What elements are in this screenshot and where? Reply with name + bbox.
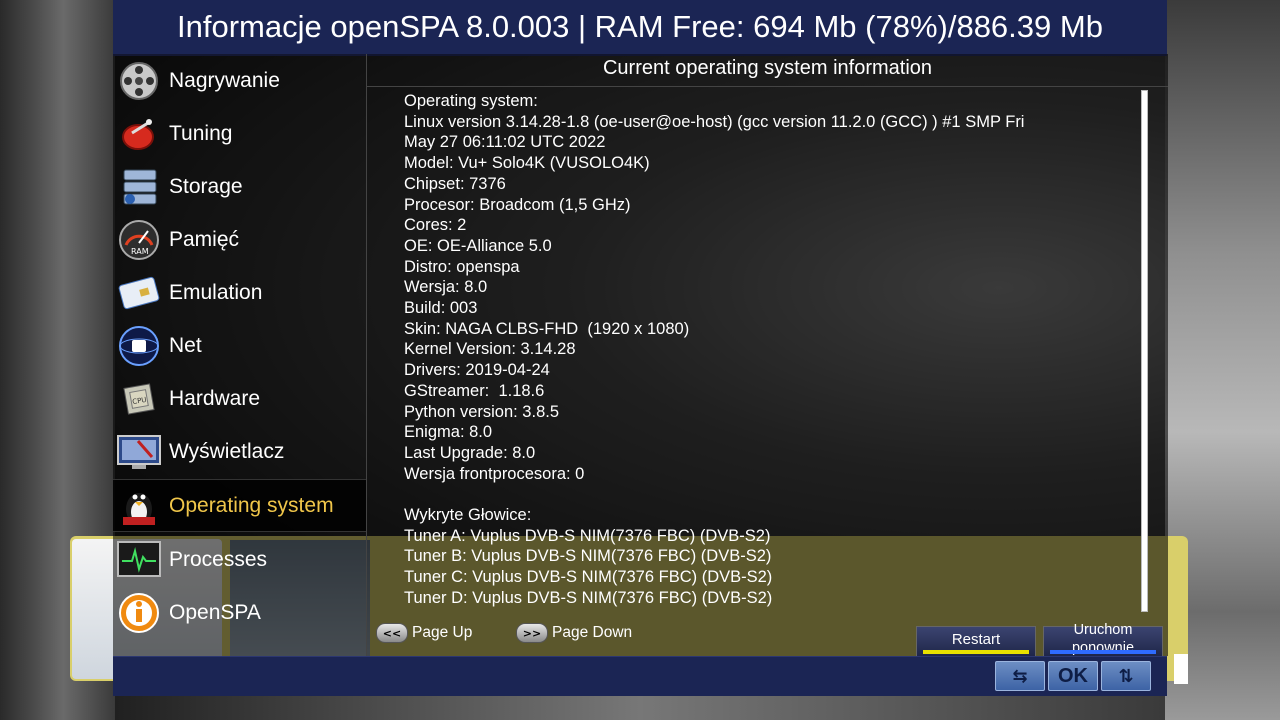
ticker-edge	[1174, 654, 1188, 684]
info-line: Distro: openspa	[404, 257, 520, 276]
hard-drive-icon	[116, 164, 162, 210]
info-line: Tuner B: Vuplus DVB-S NIM(7376 FBC) (DVB…	[404, 547, 772, 566]
smart-card-icon	[116, 270, 162, 316]
info-line: Wersja: 8.0	[404, 278, 488, 297]
sidebar-item-label: Net	[169, 333, 202, 357]
sidebar-item-label: Processes	[169, 547, 268, 571]
info-line: Tuner D: Vuplus DVB-S NIM(7376 FBC) (DVB…	[404, 588, 773, 607]
info-line: Procesor: Broadcom (1,5 GHz)	[404, 195, 631, 214]
sidebar-item-processes[interactable]: Processes	[113, 533, 366, 586]
sidebar-item-operating-system[interactable]: Operating system	[113, 479, 366, 532]
swap-arrows-icon[interactable]: ⇆	[995, 661, 1045, 691]
cpu-icon: CPU	[116, 376, 162, 422]
info-line: Drivers: 2019-04-24	[404, 361, 550, 380]
info-line: Enigma: 8.0	[404, 423, 493, 442]
page-down-label: Page Down	[552, 624, 633, 641]
sidebar-item-nagrywanie[interactable]: Nagrywanie	[113, 54, 366, 107]
sidebar-item-label: Storage	[169, 174, 243, 198]
info-window: Informacje openSPA 8.0.003 | RAM Free: 6…	[113, 0, 1168, 696]
info-line: Wykryte Głowice:	[404, 506, 532, 525]
info-line: Chipset: 7376	[404, 174, 506, 193]
film-reel-icon	[116, 58, 162, 104]
forward-key-icon: >>	[516, 623, 548, 643]
window-title: Informacje openSPA 8.0.003 | RAM Free: 6…	[177, 9, 1103, 44]
panel-title-text: Current operating system information	[602, 57, 933, 79]
updown-arrows-icon[interactable]: ⇅	[1101, 661, 1151, 691]
blue-key-indicator	[1050, 650, 1156, 654]
info-line: Linux version 3.14.28-1.8 (oe-user@oe-ho…	[404, 112, 1025, 131]
sidebar-item-label: Nagrywanie	[169, 68, 280, 92]
sidebar-item-hardware[interactable]: CPU Hardware	[113, 372, 366, 425]
yellow-key-indicator	[923, 650, 1029, 654]
sidebar-item-label: Operating system	[169, 493, 334, 517]
info-line: Skin: NAGA CLBS-FHD (1920 x 1080)	[404, 319, 690, 338]
network-icon	[116, 323, 162, 369]
sidebar-item-emulation[interactable]: Emulation	[113, 266, 366, 319]
info-line: Cores: 2	[404, 216, 467, 235]
info-line: Last Upgrade: 8.0	[404, 443, 536, 462]
reboot-button[interactable]: Uruchom ponownie	[1043, 622, 1163, 658]
sidebar-menu: Nagrywanie Tuning Storage RAM Pamięć Emu…	[113, 54, 366, 656]
info-line: Model: Vu+ Solo4K (VUSOLO4K)	[404, 154, 650, 173]
sidebar-item-label: Pamięć	[169, 227, 240, 251]
activity-monitor-icon	[116, 537, 162, 583]
info-line: May 27 06:11:02 UTC 2022	[404, 133, 606, 152]
restart-button[interactable]: Restart	[916, 626, 1036, 658]
restart-label: Restart	[951, 631, 1001, 648]
svg-text:RAM: RAM	[131, 247, 149, 256]
sidebar-item-label: Hardware	[169, 386, 261, 410]
info-line: Wersja frontprocesora: 0	[404, 464, 585, 483]
ram-gauge-icon: RAM	[116, 217, 162, 263]
ok-key-icon[interactable]: OK	[1048, 661, 1098, 691]
sidebar-item-label: Emulation	[169, 280, 263, 304]
info-line: Operating system:	[404, 92, 538, 110]
info-line: Tuner C: Vuplus DVB-S NIM(7376 FBC) (DVB…	[404, 568, 773, 587]
info-line	[404, 484, 1144, 505]
system-info-text: Operating system: Linux version 3.14.28-1…	[404, 91, 1144, 609]
scrollbar[interactable]	[1141, 90, 1148, 612]
sidebar-item-storage[interactable]: Storage	[113, 160, 366, 213]
sidebar-item-label: Tuning	[169, 121, 233, 145]
background-photo-bottom	[115, 695, 1165, 720]
sidebar-item-tuning[interactable]: Tuning	[113, 107, 366, 160]
info-line: Kernel Version: 3.14.28	[404, 340, 576, 359]
sidebar-item-pamiec[interactable]: RAM Pamięć	[113, 213, 366, 266]
sidebar-item-wyswietlacz[interactable]: Wyświetlacz	[113, 425, 366, 478]
panel-title: Current operating system information	[367, 54, 1168, 87]
info-line: GStreamer: 1.18.6	[404, 381, 545, 400]
info-line: OE: OE-Alliance 5.0	[404, 236, 552, 255]
sidebar-item-openspa[interactable]: OpenSPA	[113, 586, 366, 639]
linux-penguin-icon	[116, 483, 162, 529]
page-down-button[interactable]: >> Page Down	[516, 623, 632, 643]
title-bar: Informacje openSPA 8.0.003 | RAM Free: 6…	[113, 0, 1167, 56]
monitor-icon	[116, 429, 162, 475]
info-panel: Current operating system information Ope…	[366, 54, 1168, 656]
sidebar-item-label: Wyświetlacz	[169, 439, 285, 463]
satellite-dish-icon	[116, 111, 162, 157]
sidebar-item-net[interactable]: Net	[113, 319, 366, 372]
rewind-key-icon: <<	[376, 623, 408, 643]
info-line: Python version: 3.8.5	[404, 402, 560, 421]
sidebar-item-label: OpenSPA	[169, 600, 261, 624]
info-line: Build: 003	[404, 299, 478, 318]
page-up-label: Page Up	[412, 624, 473, 641]
info-icon	[116, 590, 162, 636]
info-line: Tuner A: Vuplus DVB-S NIM(7376 FBC) (DVB…	[404, 526, 771, 545]
page-up-button[interactable]: << Page Up	[376, 623, 472, 643]
